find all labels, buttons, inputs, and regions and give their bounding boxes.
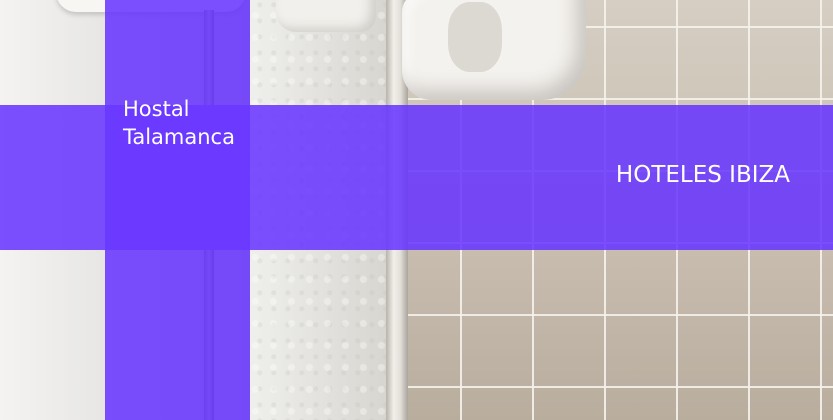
hanging-towel	[402, 0, 586, 100]
hanging-towel	[276, 0, 376, 32]
hotel-name: Hostal Talamanca	[123, 97, 235, 149]
category-link[interactable]: HOTELES IBIZA	[616, 158, 790, 192]
hotel-banner: Hostal Talamanca HOTELES IBIZA	[0, 0, 833, 420]
